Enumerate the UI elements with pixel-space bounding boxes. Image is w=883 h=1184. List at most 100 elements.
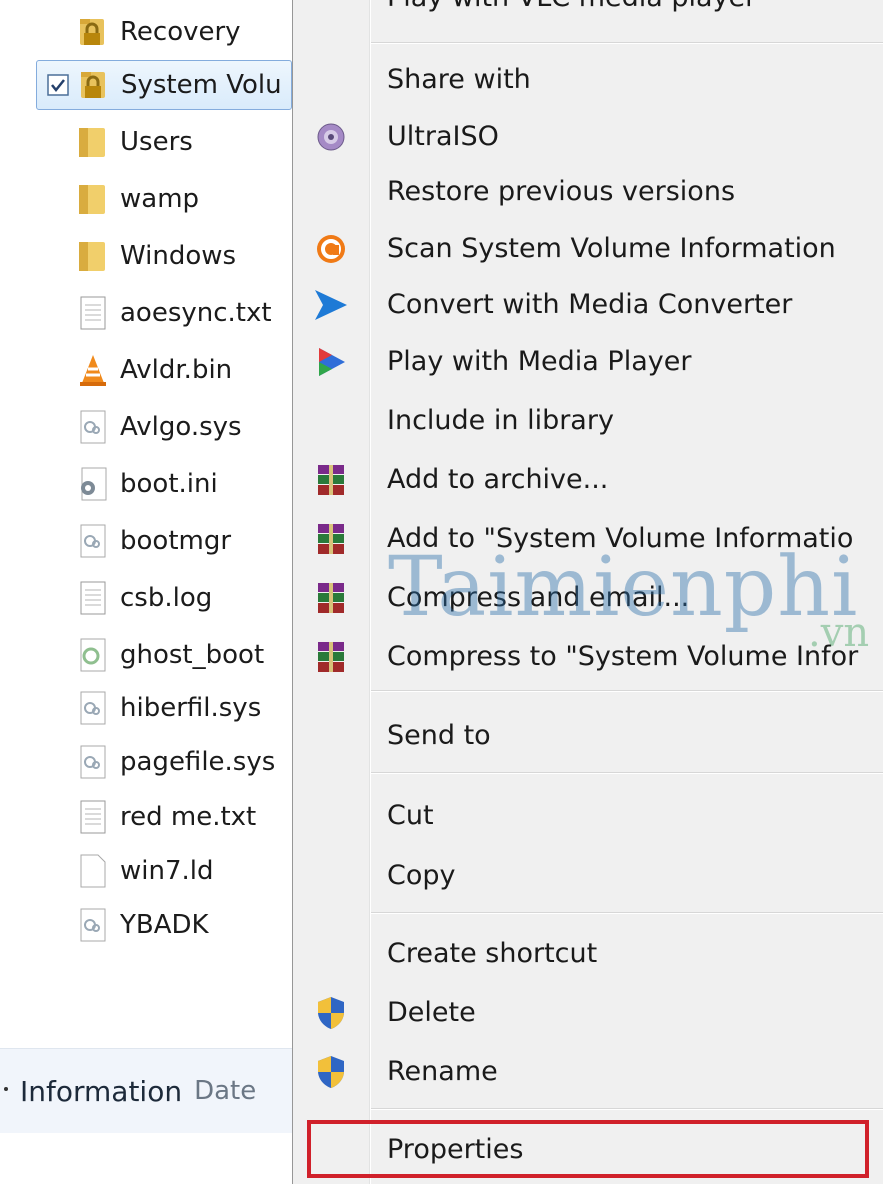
menu-item-play-with-vlc[interactable]: Play with VLC media player (387, 0, 756, 13)
menu-item-copy[interactable]: Copy (293, 848, 883, 904)
file-item-csb-log[interactable]: csb.log (36, 573, 292, 623)
folder-icon (78, 179, 108, 219)
system-file-icon (78, 742, 108, 782)
menu-item-label: Share with (387, 64, 531, 95)
vlc-cone-icon (78, 350, 108, 390)
file-item-hiberfil[interactable]: hiberfil.sys (36, 683, 292, 733)
menu-item-label: UltraISO (387, 121, 499, 152)
menu-item-label: Delete (387, 997, 476, 1028)
menu-item-label: Scan System Volume Information (387, 233, 836, 264)
file-name: win7.ld (120, 856, 214, 886)
menu-item-label: Send to (387, 720, 491, 751)
file-name: System Volu (121, 70, 282, 100)
menu-separator (371, 912, 883, 914)
uac-shield-icon (313, 1054, 349, 1090)
menu-item-label: Compress to "System Volume Infor (387, 641, 859, 672)
menu-item-label: Play with Media Player (387, 346, 692, 377)
menu-item-add-to-rar[interactable]: Add to "System Volume Informatio (293, 511, 883, 567)
file-item-avldr[interactable]: Avldr.bin (36, 345, 292, 395)
ghost-file-icon (78, 635, 108, 675)
file-name: csb.log (120, 583, 213, 613)
context-menu: Play with VLC media player Share with Ul… (292, 0, 883, 1184)
ultraiso-disc-icon (313, 119, 349, 155)
menu-item-label: Add to "System Volume Informatio (387, 523, 854, 554)
file-item-windows[interactable]: Windows (36, 231, 292, 281)
menu-item-compress-to-rar[interactable]: Compress to "System Volume Infor (293, 629, 883, 685)
file-name: YBADK (120, 910, 209, 940)
file-name: wamp (120, 184, 200, 214)
media-converter-arrow-icon (313, 287, 349, 323)
menu-separator (371, 690, 883, 692)
file-item-ghost-boot[interactable]: ghost_boot (36, 630, 292, 680)
checkbox[interactable] (47, 74, 69, 96)
media-player-play-icon (313, 344, 349, 380)
menu-item-label: Cut (387, 800, 434, 831)
folder-icon (78, 236, 108, 276)
menu-separator (371, 1108, 883, 1110)
file-item-ybadk[interactable]: YBADK (36, 900, 292, 950)
menu-item-send-to[interactable]: Send to (293, 708, 883, 764)
winrar-books-icon (313, 580, 349, 616)
text-file-icon (78, 293, 108, 333)
winrar-books-icon (313, 462, 349, 498)
menu-item-label: Create shortcut (387, 938, 598, 969)
menu-item-add-to-archive[interactable]: Add to archive... (293, 452, 883, 508)
menu-item-convert-media[interactable]: Convert with Media Converter (293, 277, 883, 333)
file-name: Windows (120, 241, 237, 271)
system-file-icon (78, 521, 108, 561)
menu-item-include-in-library[interactable]: Include in library (293, 393, 883, 449)
system-file-icon (78, 407, 108, 447)
file-item-boot-ini[interactable]: boot.ini (36, 459, 292, 509)
winrar-books-icon (313, 521, 349, 557)
menu-item-label: Compress and email... (387, 582, 690, 613)
file-item-system-volume-information[interactable]: System Volu (36, 60, 292, 110)
system-file-icon (78, 905, 108, 945)
file-name: Recovery (120, 17, 241, 47)
menu-item-label: Add to archive... (387, 464, 609, 495)
file-item-users[interactable]: Users (36, 117, 292, 167)
menu-item-compress-and-email[interactable]: Compress and email... (293, 570, 883, 626)
menu-separator (371, 42, 883, 44)
menu-item-label: Restore previous versions (387, 176, 736, 207)
menu-item-label: Rename (387, 1056, 498, 1087)
menu-item-restore-previous-versions[interactable]: Restore previous versions (293, 164, 883, 220)
menu-item-label: Copy (387, 860, 456, 891)
lock-folder-icon (79, 65, 109, 105)
file-item-pagefile[interactable]: pagefile.sys (36, 737, 292, 787)
menu-item-label: Convert with Media Converter (387, 289, 793, 320)
uac-shield-icon (313, 995, 349, 1031)
menu-item-play-media-player[interactable]: Play with Media Player (293, 334, 883, 390)
details-title: Information (20, 1074, 183, 1108)
file-item-red-me[interactable]: red me.txt (36, 792, 292, 842)
file-name: bootmgr (120, 526, 232, 556)
file-name: Avldr.bin (120, 355, 233, 385)
winrar-books-icon (313, 639, 349, 675)
file-item-win7-ld[interactable]: win7.ld (36, 846, 292, 896)
lock-folder-icon (78, 12, 108, 52)
menu-item-scan[interactable]: Scan System Volume Information (293, 221, 883, 277)
details-bar: Information Date (0, 1048, 292, 1133)
file-name: Users (120, 127, 193, 157)
menu-separator (371, 772, 883, 774)
text-file-icon (78, 578, 108, 618)
blank-file-icon (78, 851, 108, 891)
menu-item-rename[interactable]: Rename (293, 1044, 883, 1100)
menu-item-cut[interactable]: Cut (293, 788, 883, 844)
file-item-aoesync[interactable]: aoesync.txt (36, 288, 292, 338)
menu-item-ultraiso[interactable]: UltraISO (293, 109, 883, 165)
details-date-label: Date (194, 1076, 257, 1106)
properties-highlight-box (307, 1120, 869, 1178)
menu-item-share-with[interactable]: Share with (293, 52, 883, 108)
settings-file-icon (78, 464, 108, 504)
file-item-recovery[interactable]: Recovery (36, 7, 292, 57)
file-item-wamp[interactable]: wamp (36, 174, 292, 224)
file-name: boot.ini (120, 469, 218, 499)
file-item-avlgo[interactable]: Avlgo.sys (36, 402, 292, 452)
file-name: Avlgo.sys (120, 412, 242, 442)
menu-item-delete[interactable]: Delete (293, 985, 883, 1041)
menu-item-label: Include in library (387, 405, 614, 436)
menu-item-create-shortcut[interactable]: Create shortcut (293, 926, 883, 982)
file-item-bootmgr[interactable]: bootmgr (36, 516, 292, 566)
file-name: pagefile.sys (120, 747, 276, 777)
text-file-icon (78, 797, 108, 837)
